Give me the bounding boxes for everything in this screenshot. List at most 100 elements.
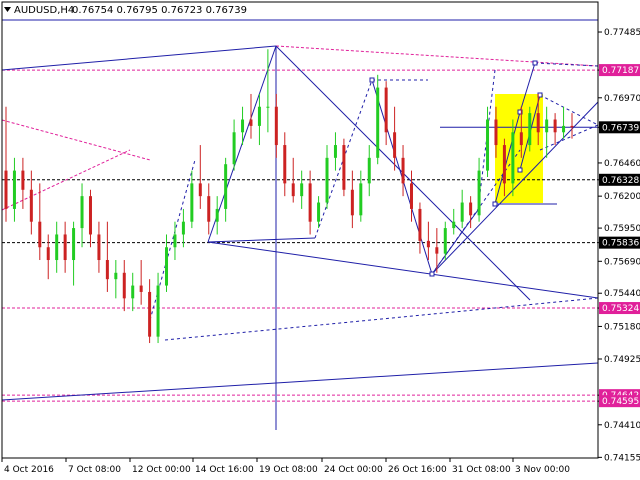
candle-body — [283, 145, 287, 184]
candle-body — [452, 221, 456, 229]
candle-body — [384, 87, 388, 133]
candle-body — [553, 119, 557, 133]
candle-body — [156, 285, 160, 337]
candle-body — [342, 145, 346, 190]
price-badge-label: 0.76739 — [602, 123, 639, 133]
candle-body — [426, 240, 430, 248]
candle-body — [114, 272, 118, 280]
candle-body — [241, 119, 245, 133]
candle-body — [308, 183, 312, 222]
ohlc-readout: 0.76754 0.76795 0.76723 0.76739 — [72, 5, 247, 16]
x-tick-label: 14 Oct 16:00 — [195, 465, 254, 475]
x-tick-label: 7 Oct 08:00 — [68, 465, 121, 475]
x-tick-label: 24 Oct 00:00 — [324, 465, 383, 475]
candle-body — [105, 260, 109, 280]
x-tick-label: 4 Oct 2016 — [4, 465, 54, 475]
candle-body — [80, 196, 84, 229]
price-badge-label: 0.76328 — [602, 176, 639, 186]
candle-body — [88, 196, 92, 235]
price-badge-label: 0.77187 — [602, 66, 639, 76]
candle-body — [393, 132, 397, 158]
candle-body — [300, 183, 304, 197]
x-tick-label: 26 Oct 16:00 — [388, 465, 447, 475]
candle-body — [333, 145, 337, 158]
candle-body — [173, 234, 177, 248]
candle-body — [63, 234, 67, 261]
candle-body — [4, 170, 8, 209]
x-tick-label: 31 Oct 08:00 — [452, 465, 511, 475]
y-tick-label: 0.74410 — [604, 421, 640, 431]
candle-body — [317, 202, 321, 222]
y-tick-label: 0.75690 — [604, 257, 640, 267]
candle-body — [469, 202, 473, 216]
candle-body — [528, 113, 532, 146]
candle-body — [181, 221, 185, 235]
price-badge-label: 0.75836 — [602, 239, 639, 249]
candle-body — [545, 119, 549, 133]
chart-header: AUDUSD,H4 0.76754 0.76795 0.76723 0.7673… — [4, 5, 247, 16]
candle-body — [38, 221, 42, 248]
y-tick-label: 0.74155 — [604, 453, 640, 463]
x-tick-label: 3 Nov 00:00 — [515, 465, 570, 475]
candle-body — [359, 183, 363, 216]
anchor-point-2[interactable] — [492, 201, 498, 207]
price-chart[interactable]: 0.77485 0.77187 0.76970 0.76739 0.76460 0.763… — [0, 0, 640, 480]
y-tick-label: 0.75950 — [604, 224, 640, 234]
y-tick-label: 0.77485 — [604, 28, 640, 38]
price-badge-label: 0.75324 — [602, 304, 639, 314]
candle-body — [198, 183, 202, 197]
y-tick-label: 0.74925 — [604, 355, 640, 365]
candle-body — [148, 291, 152, 337]
candle-body — [139, 285, 143, 292]
candle-body — [122, 272, 126, 299]
candle-body — [401, 157, 405, 184]
candle-body — [443, 228, 447, 254]
candle-body — [55, 234, 59, 261]
candle-body — [46, 247, 50, 261]
candle-body — [494, 119, 498, 146]
x-tick-label: 12 Oct 00:00 — [132, 465, 191, 475]
candle-body — [418, 208, 422, 241]
candle-body — [325, 157, 329, 203]
candle-body — [72, 228, 76, 261]
candle-body — [477, 170, 481, 216]
candle-body — [97, 234, 101, 261]
anchor-point-0[interactable] — [369, 77, 375, 83]
candle-body — [570, 125, 574, 128]
candle-body — [502, 145, 506, 184]
y-tick-label: 0.75440 — [604, 289, 640, 299]
candle-body — [12, 170, 16, 209]
chart-background — [0, 0, 640, 480]
candle-body — [460, 202, 464, 222]
candle-body — [562, 125, 566, 133]
candle-body — [536, 113, 540, 133]
candle-body — [131, 285, 135, 299]
price-badge-label: 0.74595 — [602, 397, 639, 407]
candle-body — [215, 208, 219, 222]
anchor-point-5[interactable] — [532, 60, 538, 66]
candle-body — [486, 119, 490, 171]
anchor-point-4[interactable] — [517, 167, 523, 173]
y-tick-label: 0.76460 — [604, 159, 640, 169]
candle-body — [249, 119, 253, 126]
candle-body — [519, 132, 523, 146]
x-tick-label: 19 Oct 08:00 — [259, 465, 318, 475]
candle-body — [291, 183, 295, 197]
anchor-point-1[interactable] — [429, 271, 435, 277]
candle-body — [207, 196, 211, 222]
y-tick-label: 0.76970 — [604, 94, 640, 104]
candle-body — [190, 183, 194, 222]
candle-body — [266, 106, 270, 108]
candle-body — [165, 247, 169, 286]
candle-body — [376, 87, 380, 158]
candle-body — [29, 189, 33, 222]
candle-body — [224, 164, 228, 209]
candle-body — [21, 170, 25, 190]
candle-body — [274, 106, 278, 146]
candle-body — [435, 247, 439, 254]
candle-body — [367, 157, 371, 184]
candle-body — [232, 132, 236, 165]
y-tick-label: 0.76200 — [604, 192, 640, 202]
symbol-label: AUDUSD,H4 — [14, 5, 74, 16]
candle-body — [257, 106, 261, 126]
